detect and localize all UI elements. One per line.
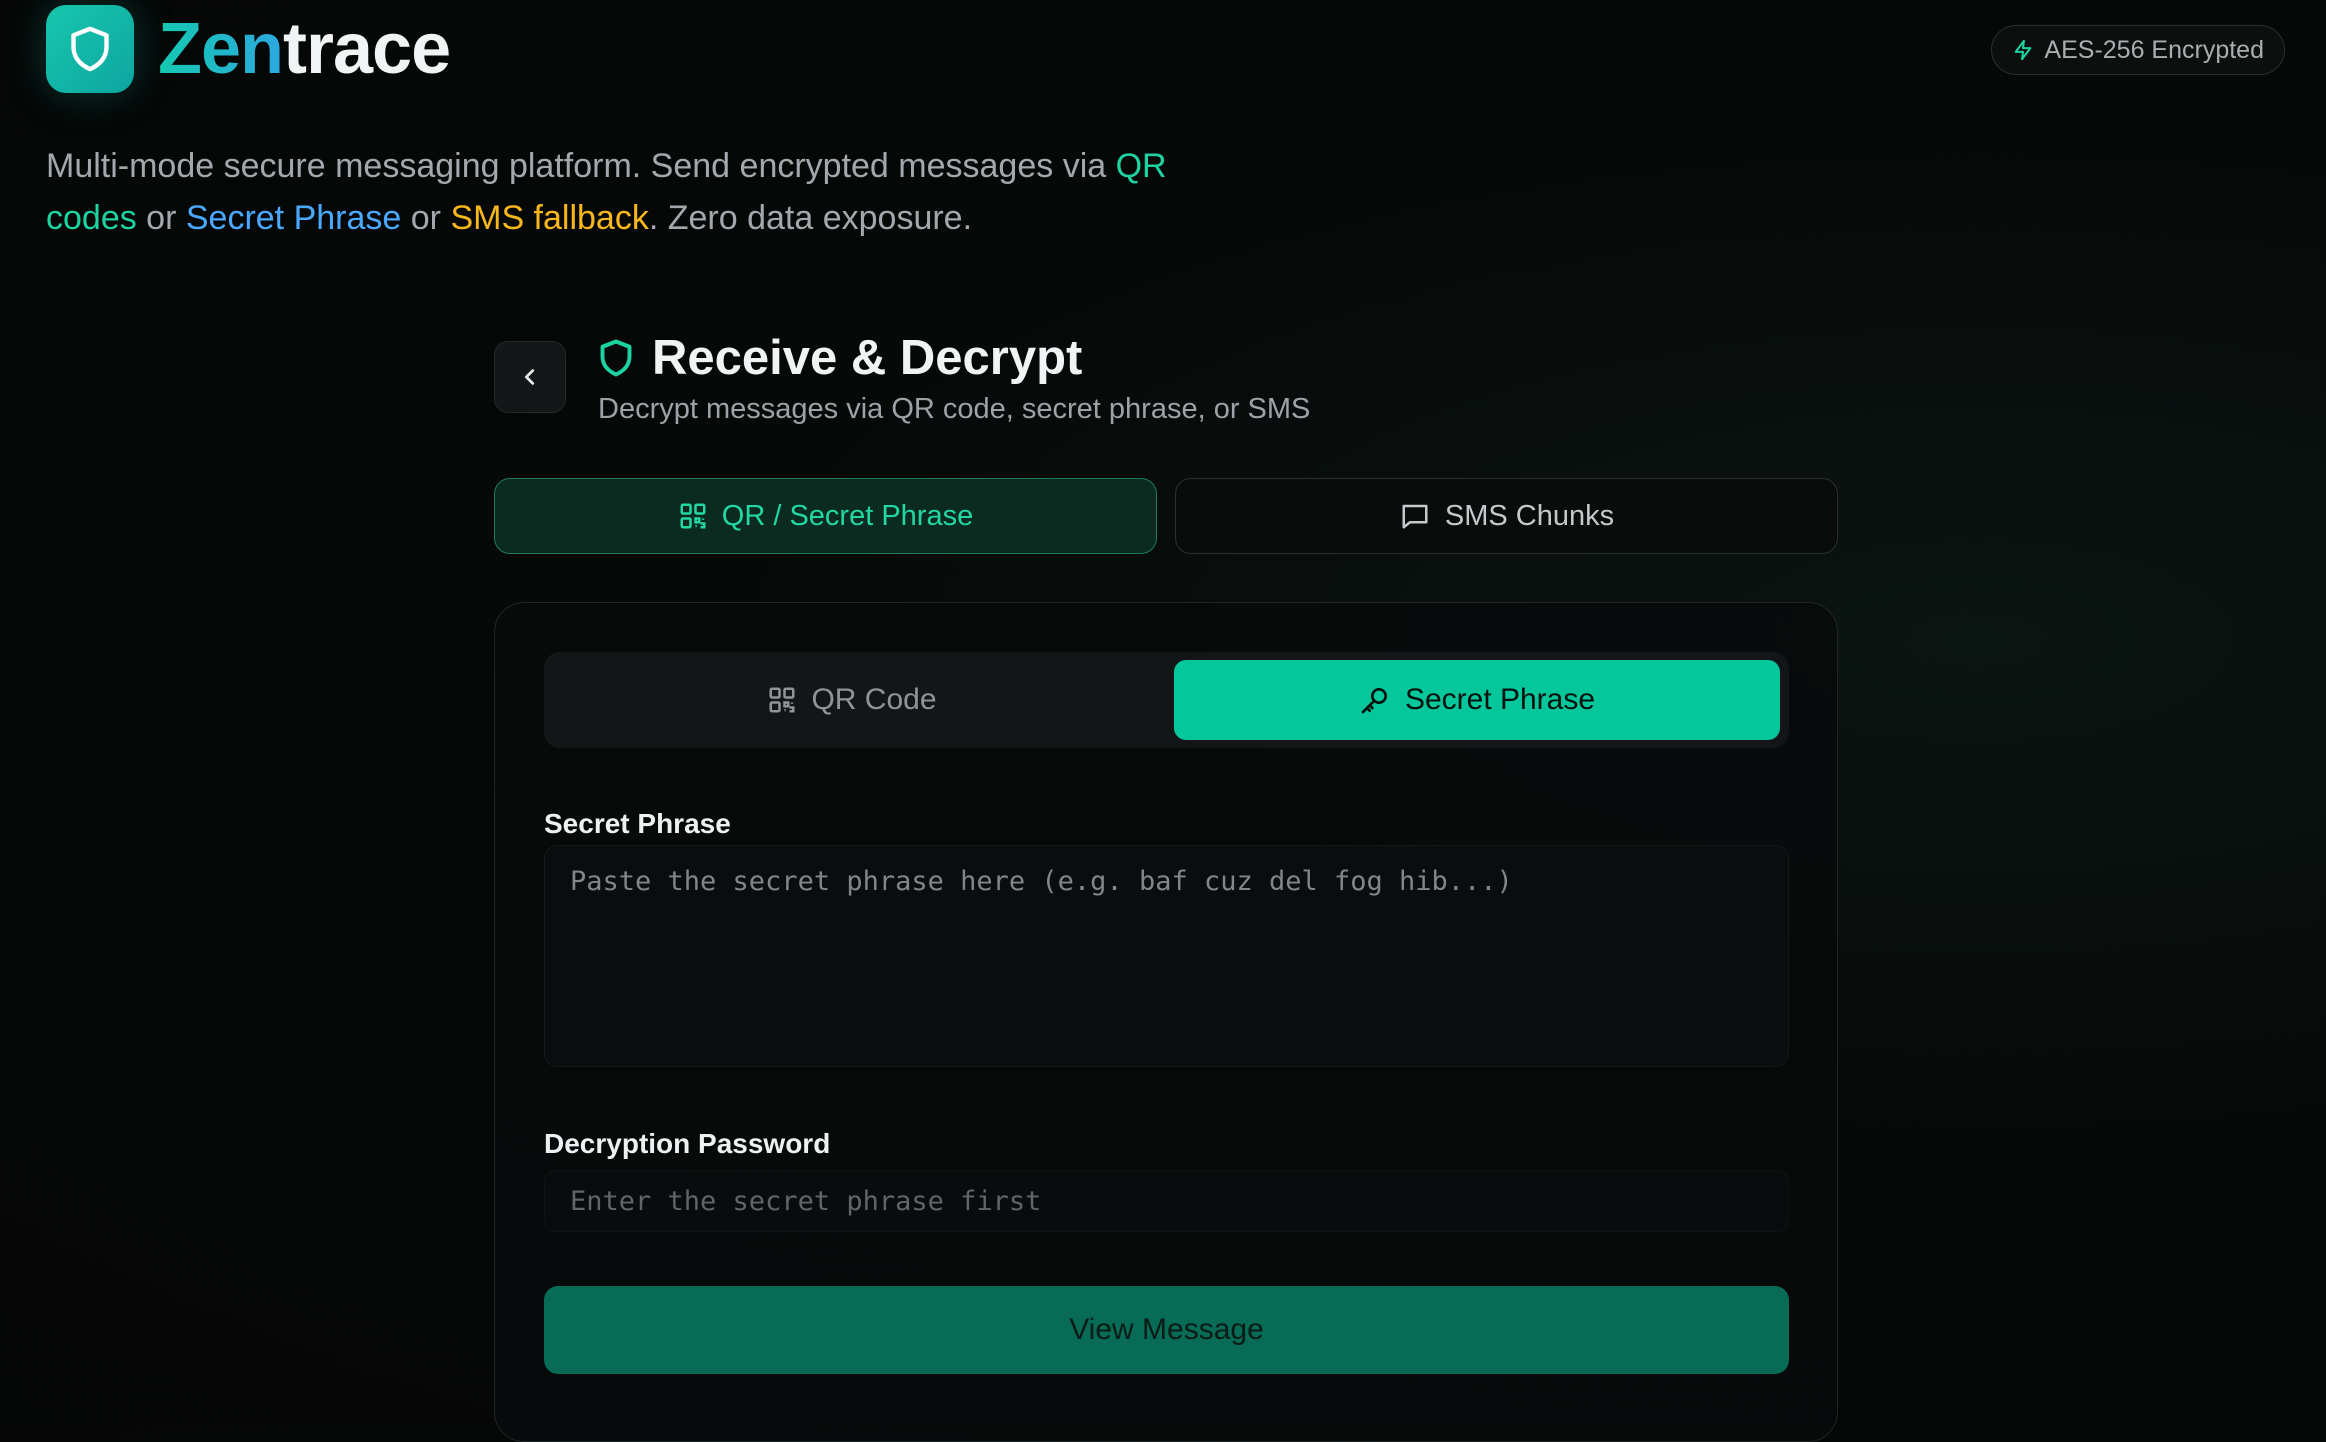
tab-sms-chunks[interactable]: SMS Chunks bbox=[1175, 478, 1838, 554]
tab-label: QR / Secret Phrase bbox=[721, 499, 974, 532]
shield-icon bbox=[600, 339, 632, 377]
chevron-left-icon bbox=[524, 369, 535, 385]
encryption-badge: AES-256 Encrypted bbox=[1991, 25, 2285, 75]
app-header: Zentrace bbox=[46, 5, 451, 93]
app-name: Zentrace bbox=[158, 13, 451, 85]
tagline-or-2: or bbox=[401, 199, 451, 237]
view-message-button[interactable]: View Message bbox=[544, 1286, 1789, 1374]
method-tabs: QR Code Secret Phrase bbox=[544, 652, 1789, 748]
secret-phrase-label: Secret Phrase bbox=[544, 808, 731, 839]
qr-code-icon bbox=[680, 503, 706, 529]
tab-qr-code[interactable]: QR Code bbox=[552, 660, 1152, 740]
tagline-suffix: . Zero data exposure. bbox=[648, 199, 973, 237]
message-square-icon bbox=[1402, 504, 1428, 529]
qr-code-icon bbox=[769, 687, 795, 713]
tab-label: Secret Phrase bbox=[1404, 683, 1596, 716]
tab-secret-phrase[interactable]: Secret Phrase bbox=[1174, 660, 1780, 740]
tagline-sms: SMS fallback bbox=[450, 199, 649, 237]
back-button[interactable] bbox=[494, 341, 566, 413]
tab-label: QR Code bbox=[811, 683, 937, 716]
page-subtitle: Decrypt messages via QR code, secret phr… bbox=[598, 393, 1311, 425]
tab-qr-secret-phrase[interactable]: QR / Secret Phrase bbox=[494, 478, 1157, 554]
key-icon bbox=[1361, 688, 1387, 714]
decryption-password-label: Decryption Password bbox=[544, 1128, 831, 1159]
tagline-phrase: Secret Phrase bbox=[185, 199, 402, 237]
tagline-or-1: or bbox=[136, 199, 186, 237]
page-title: Receive & Decrypt bbox=[652, 331, 1083, 385]
mode-tabs: QR / Secret Phrase SMS Chunks bbox=[494, 478, 1838, 554]
app-name-part1: Zen bbox=[158, 9, 284, 89]
badge-label: AES-256 Encrypted bbox=[2044, 35, 2264, 64]
secret-phrase-input[interactable] bbox=[544, 845, 1789, 1067]
tagline: Multi-mode secure messaging platform. Se… bbox=[46, 140, 1236, 244]
tagline-prefix: Multi-mode secure messaging platform. Se… bbox=[46, 147, 1116, 185]
decryption-password-input[interactable] bbox=[544, 1170, 1789, 1232]
page-title-row: Receive & Decrypt bbox=[598, 330, 1082, 386]
tab-label: SMS Chunks bbox=[1444, 499, 1615, 532]
logo bbox=[46, 5, 134, 93]
app-name-part2: trace bbox=[283, 9, 451, 89]
decrypt-card: QR Code Secret Phrase Secret Phrase Decr… bbox=[494, 602, 1838, 1442]
lightning-icon bbox=[2015, 39, 2032, 61]
shield-icon bbox=[71, 26, 109, 72]
